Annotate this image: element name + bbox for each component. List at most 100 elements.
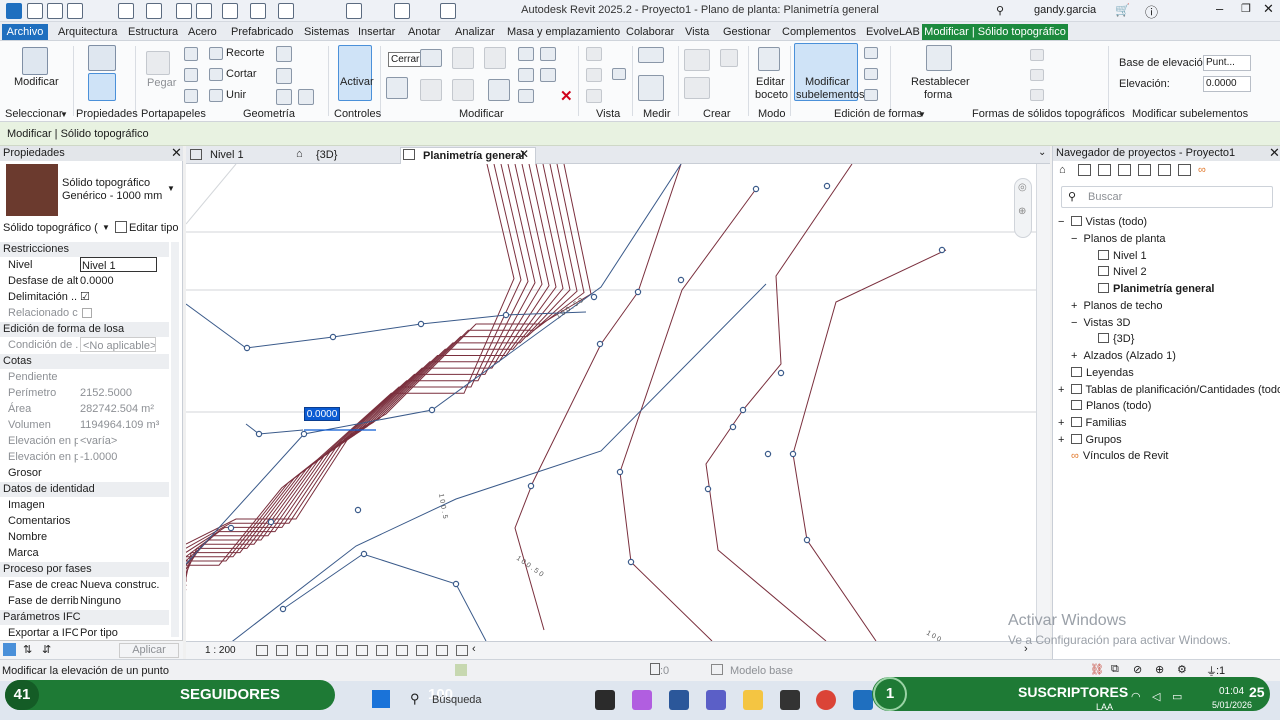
restore-icon[interactable]: ❐ <box>1241 2 1251 15</box>
tree-planos-techo[interactable]: + Planos de techo <box>1071 299 1162 313</box>
undo-icon[interactable] <box>118 3 134 19</box>
show-crop-icon[interactable] <box>356 645 368 656</box>
3d-view-icon[interactable] <box>346 3 362 19</box>
unpin-icon[interactable] <box>540 68 556 82</box>
trim-icon[interactable] <box>488 79 510 101</box>
redo-icon[interactable] <box>146 3 162 19</box>
browser-home-icon[interactable]: ⌂ <box>1059 164 1066 176</box>
tab-planimetria-general[interactable]: Planimetría general <box>400 147 536 164</box>
temp-view-props-icon[interactable] <box>416 645 428 656</box>
point-elevation-input[interactable]: 0.0000 <box>304 407 340 421</box>
tree-planos-todo[interactable]: Planos (todo) <box>1071 399 1151 413</box>
measure-distance-icon[interactable] <box>638 47 664 63</box>
explorer-icon[interactable] <box>743 690 763 710</box>
scroll-left-icon[interactable]: ‹ <box>472 643 476 655</box>
tab-3d[interactable]: {3D} <box>294 147 394 164</box>
prop-row-comentarios[interactable]: Comentarios <box>0 513 169 529</box>
browser-group-icon[interactable] <box>1178 164 1191 176</box>
browser-close-icon[interactable]: ✕ <box>1269 145 1280 161</box>
match-props-icon[interactable] <box>184 89 198 103</box>
paint-icon[interactable] <box>276 89 292 105</box>
recorte-icon[interactable] <box>209 47 223 60</box>
tab-colaborar[interactable]: Colaborar <box>626 24 674 40</box>
print-icon[interactable] <box>176 3 192 19</box>
unir-icon[interactable] <box>209 89 223 102</box>
customize-qat-icon[interactable] <box>440 3 456 19</box>
cortar-icon[interactable] <box>209 68 223 81</box>
browser-plan-icon[interactable] <box>1078 164 1091 176</box>
tree-familias[interactable]: + Familias <box>1058 416 1127 430</box>
tree-nivel-2[interactable]: Nivel 2 <box>1098 265 1147 279</box>
tree-planimetria-general[interactable]: Planimetría general <box>1098 282 1215 296</box>
apply-button[interactable]: Aplicar <box>119 643 179 658</box>
tab-anotar[interactable]: Anotar <box>408 24 440 40</box>
properties-scrollbar[interactable] <box>171 242 179 637</box>
checkbox-delimitacion[interactable]: ☑ <box>80 289 160 305</box>
sun-path-icon[interactable] <box>296 645 308 656</box>
tree-nivel-1[interactable]: Nivel 1 <box>1098 249 1147 263</box>
language-indicator[interactable]: LAA <box>1096 702 1113 712</box>
measure-icon[interactable] <box>196 3 212 19</box>
pick-supports-icon[interactable] <box>864 89 878 101</box>
seleccionar-dropdown-icon[interactable]: ▼ <box>60 110 68 119</box>
prop-row-nombre[interactable]: Nombre <box>0 529 169 545</box>
taskbar-search-text[interactable]: Búsqueda <box>432 694 482 706</box>
prop-row-fase-derribo[interactable]: Fase de derribo Ninguno <box>0 593 169 609</box>
tree-leyendas[interactable]: Leyendas <box>1071 366 1134 380</box>
dimension-aligned-icon[interactable] <box>638 75 664 101</box>
prop-value[interactable]: Nueva construc... <box>80 577 160 593</box>
teams-icon[interactable] <box>706 690 726 710</box>
revit-logo-icon[interactable] <box>6 3 22 19</box>
demolish-icon[interactable] <box>298 89 314 105</box>
analytical-model-icon[interactable] <box>436 645 448 656</box>
prop-value[interactable]: 0.0000 <box>80 273 160 289</box>
revit-taskbar-icon[interactable] <box>853 690 873 710</box>
tab-acero[interactable]: Acero <box>188 24 217 40</box>
section-ifc[interactable]: Parámetros IFC <box>0 610 169 625</box>
design-option-model[interactable]: Modelo base <box>730 665 793 677</box>
browser-family-icon[interactable] <box>1158 164 1171 176</box>
tree-grupos[interactable]: + Grupos <box>1058 433 1122 447</box>
browser-section-icon[interactable] <box>1098 164 1111 176</box>
scale-icon[interactable] <box>518 89 534 103</box>
prop-row-nivel[interactable]: Nivel Nivel 1 <box>0 257 169 273</box>
editar-boceto-icon[interactable] <box>758 47 780 71</box>
prop-row-marca[interactable]: Marca <box>0 545 169 561</box>
properties-help-icon[interactable] <box>3 643 16 656</box>
align-icon[interactable] <box>222 3 238 19</box>
binoculars-icon[interactable]: ⚲ <box>996 4 1004 17</box>
volume-icon[interactable]: ◁ <box>1152 690 1160 703</box>
cart-icon[interactable]: 🛒 <box>1115 3 1130 17</box>
pin-icon[interactable] <box>540 47 556 61</box>
visual-style-icon[interactable] <box>276 645 288 656</box>
prop-row-fase-creacion[interactable]: Fase de creaci...Nueva construc... <box>0 577 169 593</box>
view-scale[interactable]: 1 : 200 <box>205 645 236 656</box>
view-filter-icon[interactable] <box>612 68 626 80</box>
drag-elements-icon[interactable]: ⚙ <box>1177 663 1187 676</box>
cortar-button[interactable]: Cortar <box>226 68 257 80</box>
browser-search-input[interactable]: ⚲ Buscar <box>1061 186 1273 208</box>
instance-filter-dropdown-icon[interactable]: ▼ <box>102 223 110 232</box>
toposolid-drawing[interactable]: 1 0 0 . 5 0 1 0 0 . 5 1 0 0 . 5 0 1 0 0 <box>186 164 1036 641</box>
drawing-canvas[interactable]: 1 0 0 . 5 0 1 0 0 . 5 1 0 0 . 5 0 1 0 0 … <box>186 164 1036 641</box>
word-icon[interactable] <box>669 690 689 710</box>
save-icon[interactable] <box>67 3 83 19</box>
edit-type-button[interactable]: Editar tipo <box>129 222 179 234</box>
editar-boceto-label-1[interactable]: Editar <box>756 76 785 88</box>
taskbar-search-icon[interactable]: ⚲ <box>410 691 420 707</box>
section-identidad[interactable]: Datos de identidad <box>0 482 169 497</box>
select-arrow-icon[interactable] <box>22 47 48 75</box>
array-icon[interactable] <box>518 68 534 82</box>
tab-complementos[interactable]: Complementos <box>782 24 856 40</box>
steering-wheel-icon[interactable]: ◎ <box>1018 182 1027 193</box>
recorte-button[interactable]: Recorte <box>226 47 265 59</box>
prop-value-input[interactable]: Nivel 1 <box>80 257 157 272</box>
prop-value[interactable]: Por tipo <box>80 625 160 641</box>
sort-az-icon[interactable]: ⇵ <box>42 643 51 656</box>
prop-value[interactable]: Ninguno <box>80 593 160 609</box>
modificar-button[interactable]: Modificar <box>14 76 59 88</box>
prop-row-grosor[interactable]: Grosor <box>0 465 169 481</box>
task-view-icon[interactable] <box>595 690 615 710</box>
tree-tablas[interactable]: + Tablas de planificación/Cantidades (to… <box>1058 383 1280 397</box>
workset-icon[interactable] <box>650 663 660 675</box>
